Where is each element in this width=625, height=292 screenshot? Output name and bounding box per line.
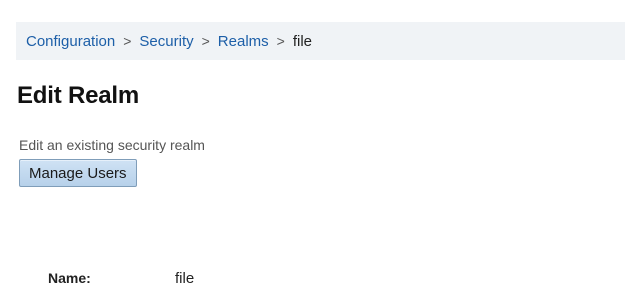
breadcrumb-link-security[interactable]: Security [139, 33, 193, 50]
manage-users-button[interactable]: Manage Users [19, 159, 137, 187]
name-value: file [175, 270, 195, 287]
breadcrumb-separator: > [201, 33, 210, 49]
breadcrumb-current: file [292, 32, 313, 50]
breadcrumb: Configuration > Security > Realms > file [16, 22, 625, 60]
page-subtitle: Edit an existing security realm [19, 137, 205, 153]
page-title: Edit Realm [17, 82, 140, 109]
breadcrumb-separator: > [276, 33, 285, 49]
breadcrumb-link-configuration[interactable]: Configuration [26, 33, 115, 50]
breadcrumb-link-realms[interactable]: Realms [218, 33, 269, 50]
name-label: Name: [48, 270, 91, 286]
breadcrumb-separator: > [123, 33, 132, 49]
edit-realm-page: Configuration > Security > Realms > file… [0, 0, 625, 292]
